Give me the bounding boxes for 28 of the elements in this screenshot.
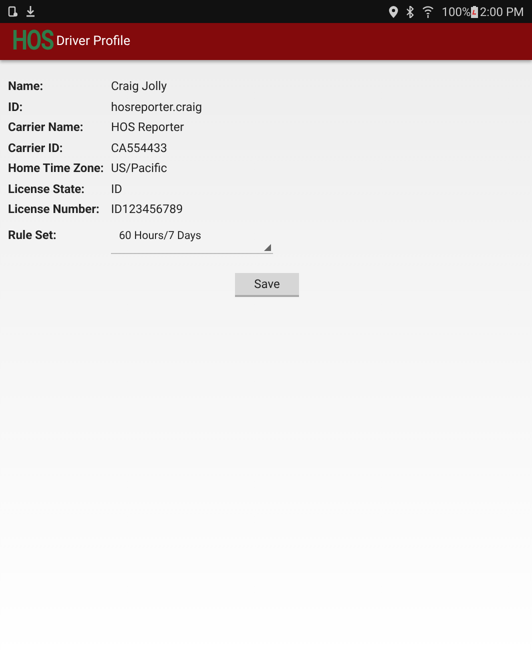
- field-value: ID: [111, 180, 122, 198]
- field-label: Name:: [8, 78, 44, 96]
- field-value: hosreporter.craig: [111, 98, 202, 116]
- dropdown-corner-icon: [264, 244, 271, 250]
- field-value: US/Pacific: [111, 160, 168, 178]
- field-label: Home Time Zone:: [8, 160, 105, 178]
- rule-set-dropdown[interactable]: 60 Hours/7 Days: [111, 226, 273, 254]
- field-label: License Number:: [8, 201, 100, 218]
- download-icon: [26, 6, 35, 17]
- field-value: Craig Jolly: [111, 78, 167, 96]
- field-label: License State:: [8, 180, 86, 198]
- field-value: ID123456789: [111, 201, 183, 218]
- field-label: Carrier Name:: [8, 119, 84, 136]
- wifi-icon: [422, 6, 434, 18]
- field-label: Carrier ID:: [8, 140, 64, 157]
- clock-time: 2:00 PM: [480, 4, 524, 20]
- field-label: Rule Set:: [8, 226, 58, 244]
- field-label: ID:: [8, 98, 24, 116]
- bluetooth-icon: [406, 6, 414, 18]
- battery-percent: 100%: [442, 4, 471, 20]
- save-button[interactable]: Save: [235, 272, 299, 296]
- location-icon: [388, 6, 398, 18]
- app-logo: HOS: [12, 28, 54, 56]
- field-value: HOS Reporter: [111, 119, 184, 136]
- phone-icon: [8, 6, 18, 17]
- screen-title: Driver Profile: [56, 32, 130, 51]
- battery-icon: [470, 6, 478, 18]
- field-value: CA554433: [111, 140, 168, 157]
